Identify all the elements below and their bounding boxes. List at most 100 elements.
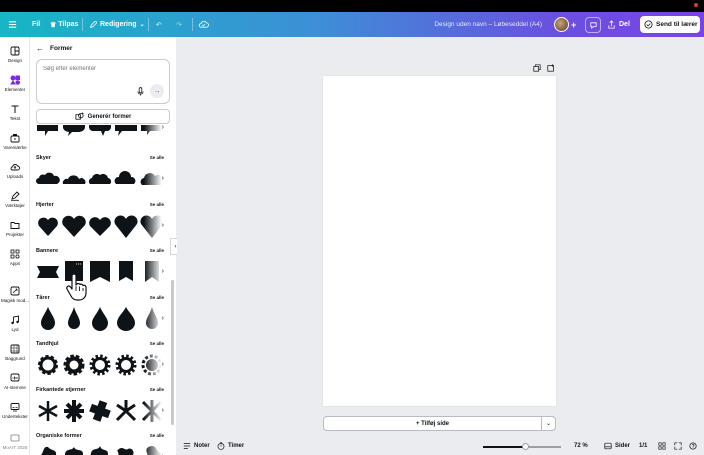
share-button[interactable]: Del [607,12,630,37]
editing-mode-button[interactable]: Redigering ⌄ [89,12,145,37]
duplicate-page-icon[interactable] [533,64,541,72]
banner-shape[interactable] [114,258,138,286]
gear-shape[interactable] [88,351,112,379]
see-all-link[interactable]: Se alle [150,202,164,207]
comments-button[interactable] [585,17,601,33]
heart-shape[interactable] [88,212,112,240]
see-all-link[interactable]: Se alle [150,295,164,300]
fullscreen-button[interactable] [674,437,682,455]
organic-shape[interactable] [88,443,112,455]
notes-button[interactable]: Noter [183,437,210,455]
zoom-slider[interactable] [483,443,561,450]
teardrop-shape[interactable] [62,305,86,333]
rail-item-captions[interactable]: Undertekster [0,400,30,426]
see-all-link[interactable]: Se alle [150,433,164,438]
cloud-shape[interactable] [62,165,86,193]
fullscreen-icon [674,442,682,450]
see-all-link[interactable]: Se alle [150,248,164,253]
organic-shape[interactable] [36,443,60,455]
rail-item-moart-2025[interactable]: MoArT 2025 [0,431,30,455]
redo-button[interactable]: ↷ [176,12,182,37]
cloud-shape[interactable] [88,165,112,193]
see-all-link[interactable]: Se alle [150,387,164,392]
teardrop-shape[interactable] [114,305,138,333]
rail-item-background[interactable]: Baggrund [0,342,30,368]
file-menu[interactable]: Fil [32,12,40,37]
rail-label: Varemærke [3,145,27,150]
menu-button[interactable] [8,12,17,37]
shapes-list[interactable]: › Skyer Se alle › Hjerter Se alle › Bann… [30,125,176,455]
gear-shape[interactable] [114,351,138,379]
chevron-right-icon[interactable]: › [162,315,164,322]
rail-item-audio[interactable]: Lyd [0,313,30,339]
star-shape[interactable] [36,397,60,425]
chevron-right-icon[interactable]: › [162,175,164,182]
add-page-icon[interactable] [547,64,555,72]
chevron-right-icon[interactable]: › [162,361,164,368]
organic-shape[interactable] [114,443,138,455]
heart-shape[interactable] [62,212,86,240]
cloud-shape[interactable] [114,165,138,193]
chevron-right-icon[interactable]: › [162,222,164,229]
editing-label: Redigering [100,21,137,28]
star-shape[interactable] [62,397,86,425]
design-page[interactable] [323,76,556,406]
rail-item-projects[interactable]: Projekter [0,218,30,244]
rail-item-elements[interactable]: Elementer [0,73,30,99]
gear-shape[interactable] [62,351,86,379]
help-button[interactable] [689,437,697,455]
invite-button[interactable]: + [571,12,576,37]
search-input[interactable] [43,66,143,72]
see-all-link[interactable]: Se alle [150,341,164,346]
undo-button[interactable]: ↶ [156,12,162,37]
voice-search-button[interactable] [133,84,147,98]
organic-shape[interactable] [62,443,86,455]
chevron-right-icon[interactable]: › [162,268,164,275]
crown-icon: ♛ [50,21,57,29]
grid-view-button[interactable] [658,437,666,455]
banner-shape[interactable] [36,258,60,286]
heart-shape[interactable] [114,212,138,240]
back-arrow-icon[interactable]: ← [36,44,44,53]
send-to-teacher-button[interactable]: Send til lærer [640,16,700,33]
chevron-right-icon[interactable]: › [162,407,164,414]
rail-label: Projekter [5,232,24,237]
customize-button[interactable]: ♛ Tilpas [50,12,78,37]
pages-button[interactable]: Sider [604,437,630,455]
chevron-right-icon[interactable]: › [162,125,164,131]
panel-scrollbar[interactable] [171,280,174,425]
generate-shapes-button[interactable]: Generér former [36,109,170,124]
speech-bubble-shape[interactable] [114,125,138,138]
add-page-button[interactable]: + Tilføj side [323,416,542,431]
speech-bubble-shape[interactable] [36,125,60,138]
document-title[interactable]: Design uden navn – Løbeseddel (A4) [434,12,542,37]
teardrop-shape[interactable] [36,305,60,333]
heart-shape[interactable] [36,212,60,240]
save-status-button[interactable] [198,12,209,37]
avatar[interactable] [554,17,569,32]
rail-item-uploads[interactable]: Uploads [0,160,30,186]
rail-item-design[interactable]: Design [0,44,30,70]
zoom-slider-handle[interactable] [522,443,530,450]
panel-header: ← Former [36,43,72,53]
gear-shape[interactable] [36,351,60,379]
add-page-dropdown[interactable]: ⌄ [542,416,556,431]
rail-item-text[interactable]: Tekst [0,102,30,128]
rail-item-brand[interactable]: Varemærke [0,131,30,157]
speech-bubble-shape[interactable] [88,125,112,138]
rail-item-apps[interactable]: Apps [0,247,30,273]
zoom-value[interactable]: 72 % [574,437,588,455]
speech-bubble-shape[interactable] [62,125,86,138]
see-all-link[interactable]: Se alle [150,155,164,160]
search-box[interactable]: → [36,59,170,104]
teardrop-shape[interactable] [88,305,112,333]
banner-shape[interactable] [88,258,112,286]
rail-item-magic-media[interactable]: Magisk mod... [0,284,30,310]
rail-item-ai-voice[interactable]: AI-stemme [0,371,30,397]
star-shape[interactable] [88,397,112,425]
timer-button[interactable]: Timer [217,437,244,455]
cloud-shape[interactable] [36,165,60,193]
search-submit-button[interactable]: → [150,84,164,98]
star-shape[interactable] [114,397,138,425]
rail-item-tools[interactable]: Værktøjer [0,189,30,215]
